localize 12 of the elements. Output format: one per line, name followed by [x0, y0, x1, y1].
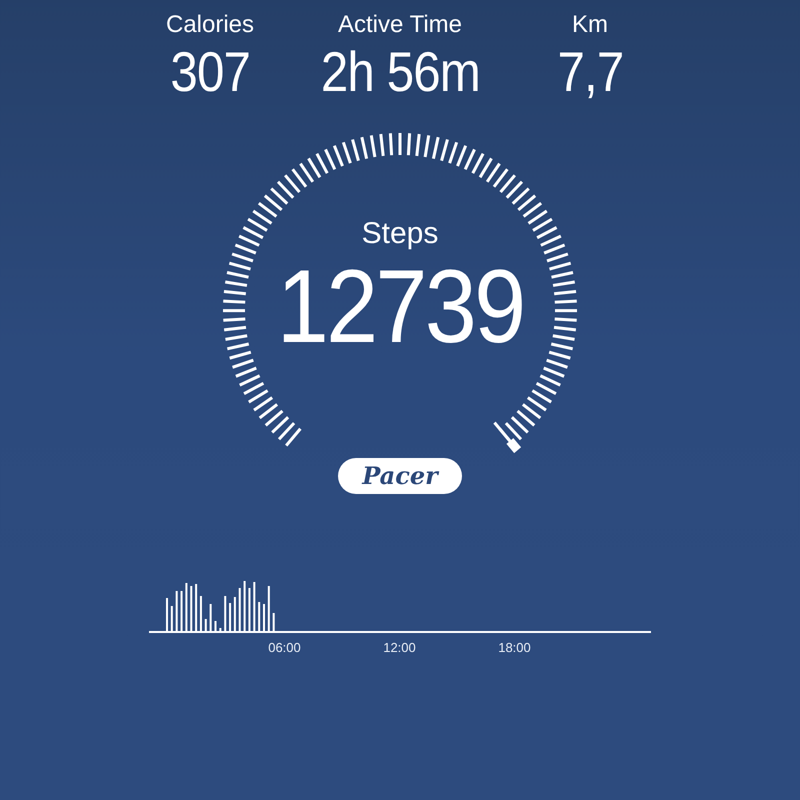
- time-label: 12:00: [382, 640, 417, 655]
- steps-label: Steps: [362, 216, 438, 252]
- stat-label: Active Time: [338, 10, 462, 40]
- stat-value: 2h 56m: [320, 40, 480, 104]
- stat-label: Calories: [166, 10, 254, 40]
- stat-value: 307: [170, 40, 250, 104]
- stat-label: Km: [572, 10, 608, 40]
- time-label: 06:00: [267, 640, 302, 655]
- time-label: 18:00: [497, 640, 532, 655]
- pacer-logo: Pacer: [338, 458, 462, 494]
- steps-count: 12739: [276, 252, 524, 362]
- stat-value: 7,7: [557, 40, 623, 104]
